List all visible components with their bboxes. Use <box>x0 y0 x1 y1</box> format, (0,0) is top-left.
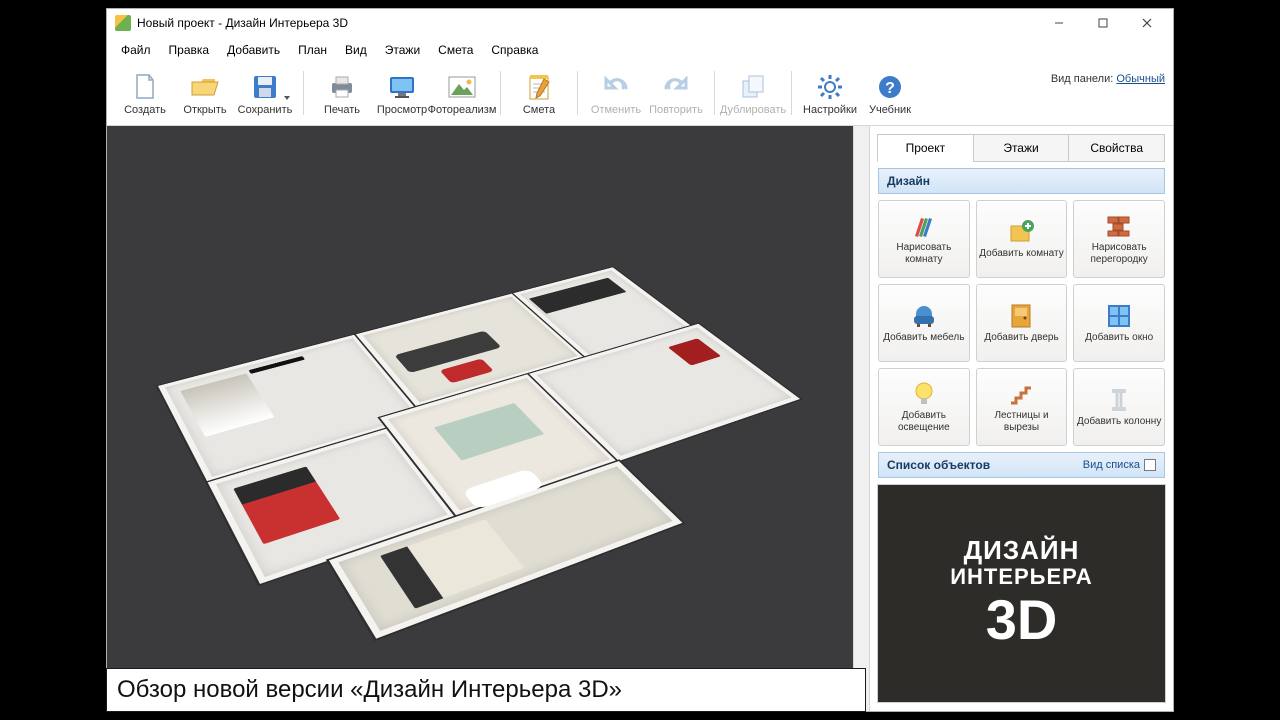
draw-partition-button[interactable]: Нарисовать перегородку <box>1073 200 1165 278</box>
list-mode-toggle[interactable]: Вид списка <box>1083 459 1156 471</box>
pencils-icon <box>910 213 938 239</box>
notepad-icon <box>522 72 556 102</box>
brick-wall-icon <box>1105 213 1133 239</box>
tab-project[interactable]: Проект <box>877 134 974 162</box>
duplicate-icon <box>736 72 770 102</box>
add-lighting-button[interactable]: Добавить освещение <box>878 368 970 446</box>
create-button[interactable]: Создать <box>115 67 175 119</box>
menu-edit[interactable]: Правка <box>161 39 218 61</box>
armchair-icon <box>910 303 938 329</box>
save-button[interactable]: Сохранить <box>235 67 295 119</box>
menu-view[interactable]: Вид <box>337 39 375 61</box>
list-mode-icon <box>1144 459 1156 471</box>
floorplan-render <box>158 267 841 640</box>
preview-button[interactable]: Просмотр <box>372 67 432 119</box>
toolbar: Создать Открыть Сохранить Печать Просмот… <box>107 63 1173 126</box>
side-tabs: Проект Этажи Свойства <box>878 134 1165 162</box>
duplicate-button[interactable]: Дублировать <box>723 67 783 119</box>
estimate-button[interactable]: Смета <box>509 67 569 119</box>
help-icon: ? <box>873 72 907 102</box>
printer-icon <box>325 72 359 102</box>
menu-add[interactable]: Добавить <box>219 39 288 61</box>
new-file-icon <box>128 72 162 102</box>
video-caption: Обзор новой версии «Дизайн Интерьера 3D» <box>106 668 866 712</box>
tutorial-button[interactable]: ? Учебник <box>860 67 920 119</box>
client-area: Проект Этажи Свойства Дизайн Нарисовать … <box>107 126 1173 711</box>
viewport-3d[interactable] <box>107 126 869 711</box>
close-button[interactable] <box>1125 10 1169 36</box>
settings-button[interactable]: Настройки <box>800 67 860 119</box>
svg-text:?: ? <box>885 80 895 97</box>
menu-floors[interactable]: Этажи <box>377 39 428 61</box>
folder-open-icon <box>188 72 222 102</box>
menu-plan[interactable]: План <box>290 39 335 61</box>
titlebar: Новый проект - Дизайн Интерьера 3D <box>107 9 1173 37</box>
stairs-cutouts-button[interactable]: Лестницы и вырезы <box>976 368 1068 446</box>
panel-mode-link[interactable]: Обычный <box>1116 73 1165 85</box>
chevron-down-icon <box>284 96 290 100</box>
bulb-icon <box>910 381 938 407</box>
panel-mode: Вид панели: Обычный <box>1051 67 1165 85</box>
menu-file[interactable]: Файл <box>113 39 159 61</box>
minimize-button[interactable] <box>1037 10 1081 36</box>
floppy-disk-icon <box>248 72 282 102</box>
scrollbar-vertical[interactable] <box>853 126 869 711</box>
photoreal-button[interactable]: Фотореализм <box>432 67 492 119</box>
print-button[interactable]: Печать <box>312 67 372 119</box>
tab-properties[interactable]: Свойства <box>1068 134 1165 162</box>
add-window-button[interactable]: Добавить окно <box>1073 284 1165 362</box>
column-icon <box>1105 387 1133 413</box>
redo-icon <box>659 72 693 102</box>
window-title: Новый проект - Дизайн Интерьера 3D <box>137 16 348 30</box>
app-window: Новый проект - Дизайн Интерьера 3D Файл … <box>106 8 1174 712</box>
monitor-icon <box>385 72 419 102</box>
redo-button[interactable]: Повторить <box>646 67 706 119</box>
open-button[interactable]: Открыть <box>175 67 235 119</box>
stairs-icon <box>1007 381 1035 407</box>
gear-icon <box>813 72 847 102</box>
objects-section-header: Список объектов Вид списка <box>878 452 1165 478</box>
photo-icon <box>445 72 479 102</box>
maximize-button[interactable] <box>1081 10 1125 36</box>
side-panel: Проект Этажи Свойства Дизайн Нарисовать … <box>869 126 1173 711</box>
door-icon <box>1007 303 1035 329</box>
undo-button[interactable]: Отменить <box>586 67 646 119</box>
add-room-icon <box>1007 219 1035 245</box>
menu-estimate[interactable]: Смета <box>430 39 481 61</box>
draw-room-button[interactable]: Нарисовать комнату <box>878 200 970 278</box>
window-icon <box>1105 303 1133 329</box>
design-grid: Нарисовать комнату Добавить комнату Нари… <box>878 200 1165 446</box>
undo-icon <box>599 72 633 102</box>
promo-banner: ДИЗАЙН ИНТЕРЬЕРА 3D <box>877 484 1166 703</box>
menubar: Файл Правка Добавить План Вид Этажи Смет… <box>107 37 1173 63</box>
design-section-header: Дизайн <box>878 168 1165 194</box>
add-room-button[interactable]: Добавить комнату <box>976 200 1068 278</box>
tab-floors[interactable]: Этажи <box>973 134 1070 162</box>
menu-help[interactable]: Справка <box>483 39 546 61</box>
app-icon <box>115 15 131 31</box>
add-door-button[interactable]: Добавить дверь <box>976 284 1068 362</box>
add-column-button[interactable]: Добавить колонну <box>1073 368 1165 446</box>
window-controls <box>1037 10 1169 36</box>
add-furniture-button[interactable]: Добавить мебель <box>878 284 970 362</box>
